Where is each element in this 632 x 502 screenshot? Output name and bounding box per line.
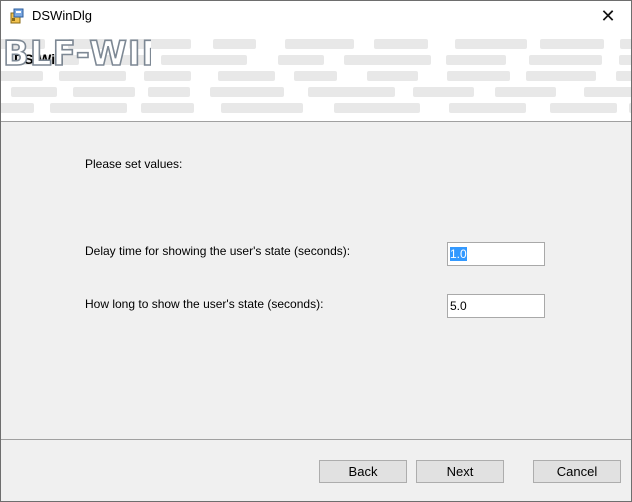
blf-win-logo: BLF-WIN bbox=[2, 33, 151, 75]
close-icon: ✕ bbox=[600, 5, 616, 27]
banner-pattern-block bbox=[447, 71, 510, 81]
intro-text: Please set values: bbox=[85, 157, 183, 171]
content-area: Please set values: Delay time for showin… bbox=[1, 122, 631, 438]
svg-text:BLF-WIN: BLF-WIN bbox=[3, 34, 151, 74]
banner-pattern-block bbox=[374, 39, 428, 49]
installer-app-icon bbox=[10, 8, 24, 24]
banner-pattern-block bbox=[213, 39, 256, 49]
banner-pattern-block bbox=[278, 55, 324, 65]
delay-time-input[interactable]: 1.0 bbox=[447, 242, 545, 266]
banner-pattern-block bbox=[540, 39, 604, 49]
banner-pattern-block bbox=[308, 87, 395, 97]
banner-pattern-block bbox=[285, 39, 354, 49]
title-bar: DSWinDlg ✕ bbox=[1, 1, 631, 31]
next-button-label: Next bbox=[446, 464, 474, 479]
back-button-label: Back bbox=[348, 464, 378, 479]
banner-pattern-block bbox=[1, 103, 34, 113]
banner-pattern-block bbox=[144, 71, 191, 81]
banner-pattern-block bbox=[495, 87, 556, 97]
banner-pattern-block bbox=[161, 55, 247, 65]
banner-pattern-block bbox=[629, 103, 631, 113]
delay-time-label: Delay time for showing the user's state … bbox=[85, 244, 351, 258]
banner-pattern-block bbox=[526, 71, 596, 81]
banner-pattern-block bbox=[367, 71, 418, 81]
header-banner: DS-Win BLF-WIN bbox=[1, 31, 631, 122]
next-button[interactable]: Next bbox=[416, 460, 504, 483]
banner-pattern-block bbox=[550, 103, 617, 113]
dialog-window: DSWinDlg ✕ DS-Win BLF-WIN Please set val… bbox=[0, 0, 632, 502]
delay-time-value: 1.0 bbox=[450, 247, 467, 261]
banner-pattern-block bbox=[334, 103, 420, 113]
banner-pattern-block bbox=[584, 87, 631, 97]
banner-pattern-block bbox=[141, 103, 194, 113]
banner-pattern-block bbox=[455, 39, 527, 49]
banner-pattern-block bbox=[413, 87, 474, 97]
show-duration-value: 5.0 bbox=[450, 299, 467, 313]
button-bar: Back Next Cancel bbox=[1, 440, 631, 501]
banner-pattern-block bbox=[218, 71, 275, 81]
banner-pattern-block bbox=[446, 55, 506, 65]
banner-pattern-block bbox=[50, 103, 127, 113]
back-button[interactable]: Back bbox=[319, 460, 407, 483]
banner-pattern-block bbox=[529, 55, 602, 65]
show-duration-input[interactable]: 5.0 bbox=[447, 294, 545, 318]
banner-pattern-block bbox=[449, 103, 526, 113]
banner-pattern-block bbox=[616, 71, 631, 81]
banner-pattern-block bbox=[221, 103, 303, 113]
banner-pattern-block bbox=[210, 87, 284, 97]
banner-pattern-block bbox=[294, 71, 337, 81]
banner-pattern-block bbox=[11, 87, 57, 97]
banner-pattern-block bbox=[620, 39, 631, 49]
banner-pattern-block bbox=[619, 55, 631, 65]
banner-pattern-block bbox=[73, 87, 135, 97]
show-duration-label: How long to show the user's state (secon… bbox=[85, 297, 324, 311]
window-title: DSWinDlg bbox=[32, 8, 92, 23]
cancel-button[interactable]: Cancel bbox=[533, 460, 621, 483]
close-button[interactable]: ✕ bbox=[585, 1, 631, 31]
banner-pattern-block bbox=[148, 87, 190, 97]
cancel-button-label: Cancel bbox=[556, 464, 598, 479]
banner-pattern-block bbox=[344, 55, 431, 65]
